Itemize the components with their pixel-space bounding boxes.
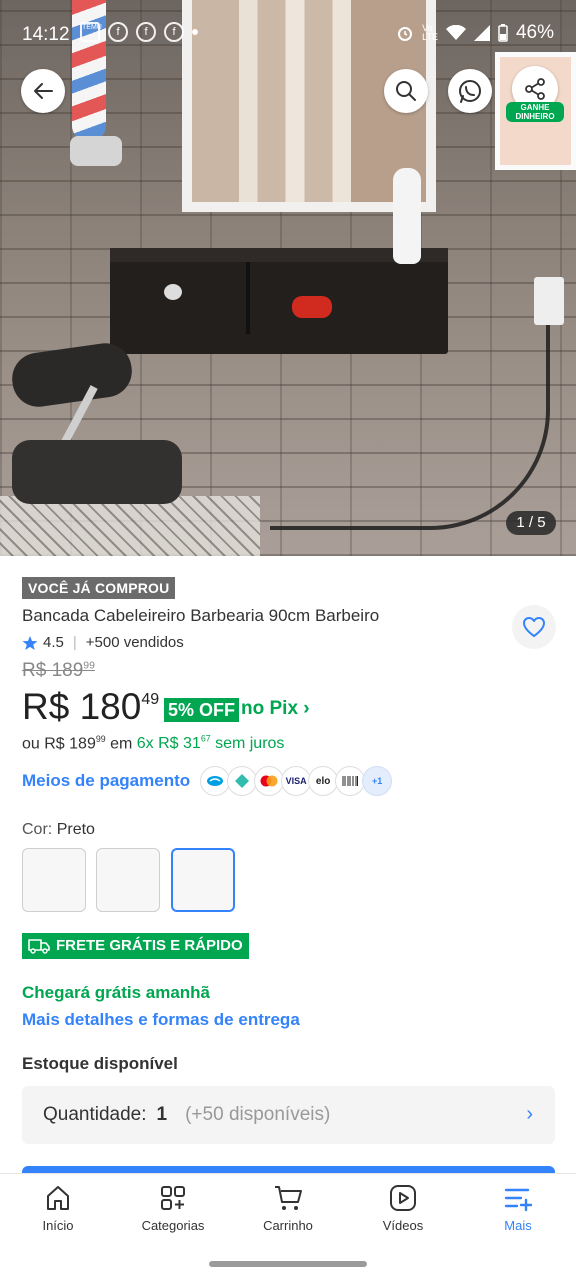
elo-icon: elo [308,766,339,796]
color-swatch[interactable] [22,848,86,912]
rating-value: 4.5 [43,634,64,651]
installments: ou R$ 18999 em 6x R$ 3167 sem juros [22,734,284,753]
arrow-left-icon [34,83,53,99]
barber-chair [8,339,182,530]
system-icons: Vo LTE 46% [396,22,554,44]
price-cents: 49 [141,690,160,708]
earn-money-badge[interactable]: GANHE DINHEIRO [506,102,564,122]
categories-icon [161,1186,185,1210]
chair-seat [12,440,182,504]
available-count: (+50 disponíveis) [185,1104,331,1125]
installment-value: 6x R$ 3167 sem juros [136,734,285,753]
payment-methods-link[interactable]: Meios de pagamento [22,771,190,791]
nav-item-categorias[interactable]: Categorias [123,1184,223,1233]
chevron-right-icon: › [526,1103,533,1125]
color-swatch[interactable] [96,848,160,912]
nav-label: Carrinho [263,1218,313,1233]
whatsapp-icon [459,80,481,103]
drawer-knob [164,284,182,300]
nav-label: Vídeos [382,1218,424,1233]
facebook-icon: f [136,22,156,42]
dot-icon [192,29,198,35]
heart-icon [523,617,545,637]
price-main: R$ 180 [22,686,142,727]
payment-methods[interactable]: Meios de pagamento VISA elo +1 [22,766,393,796]
nav-label: Início [42,1218,74,1233]
current-price: R$ 18049 [22,686,159,728]
free-shipping-text: FRETE GRÁTIS E RÁPIDO [56,937,243,954]
separator: | [72,634,77,651]
installment-prefix: ou R$ 189 [22,735,96,753]
nav-item-videos[interactable]: Vídeos [353,1184,453,1233]
signal-icon [473,25,490,41]
more-payment-icon[interactable]: +1 [362,766,393,796]
installment-em: em [110,735,133,753]
nav-item-carrinho[interactable]: Carrinho [238,1184,338,1233]
spray-bottle [393,168,421,264]
stock-heading: Estoque disponível [22,1054,178,1073]
color-swatch-selected[interactable] [171,848,235,912]
wall-outlet [534,277,564,325]
boleto-icon [335,766,366,796]
free-shipping-badge: FRETE GRÁTIS E RÁPIDO [22,933,249,959]
status-time: 14:12 [22,24,70,45]
share-icon [525,78,545,100]
rating-row[interactable]: 4.5 | +500 vendidos [22,634,184,651]
alarm-icon [398,27,413,41]
menu-more-icon [504,1188,533,1212]
cart-icon [275,1186,302,1210]
temu-icon: TEMU [80,22,102,42]
search-button[interactable] [384,69,428,113]
hair-dryer [292,296,332,318]
image-counter: 1 / 5 [506,511,556,535]
sold-count: +500 vendidos [85,634,184,651]
old-price: R$ 18999 [22,660,95,682]
color-value: Preto [56,821,95,838]
already-bought-badge: VOCÊ JÁ COMPROU [22,577,176,599]
arrival-info: Chegará grátis amanhã [22,983,211,1002]
whatsapp-share-button[interactable] [448,69,492,113]
nav-label: Mais [504,1218,532,1233]
facebook-icon: f [164,22,184,42]
shipping-details-link[interactable]: Mais detalhes e formas de entrega [22,1010,300,1030]
battery-percent: 46% [515,22,554,43]
installment-prefix-cents: 99 [95,734,106,744]
nav-item-mais[interactable]: Mais [468,1184,568,1233]
mastercard-icon [254,766,285,796]
star-icon [22,635,38,650]
search-icon [396,81,416,101]
quantity-value: 1 [156,1104,168,1125]
facebook-icon: f [108,22,128,42]
wifi-icon [445,25,466,40]
drawer-divider [246,262,250,334]
video-icon [390,1185,416,1211]
home-icon [47,1186,69,1210]
quantity-selector[interactable]: Quantidade: 1 (+50 disponíveis) › [22,1086,555,1144]
back-button[interactable] [21,69,65,113]
battery-icon [498,24,508,42]
notification-icons: TEMU f f f [80,22,198,42]
nav-label: Categorias [141,1218,205,1233]
quantity-label: Quantidade: [43,1104,147,1125]
pix-icon [227,766,258,796]
desk [110,248,448,354]
favorite-button[interactable] [512,605,556,649]
mercado-pago-icon [200,766,231,796]
discount-badge: 5% OFF [164,698,240,722]
product-title: Bancada Cabeleireiro Barbearia 90cm Barb… [22,606,380,625]
status-bar: 14:12 TEMU f f f Vo LTE 46% [0,0,576,66]
chair-back [8,339,136,411]
pix-link[interactable]: no Pix › [241,698,310,720]
truck-icon [28,939,50,954]
visa-icon: VISA [281,766,312,796]
barber-pole-base [70,136,122,166]
old-price-main: R$ 189 [22,660,84,681]
old-price-cents: 99 [83,660,95,672]
color-label: Cor: Preto [22,821,95,838]
home-indicator[interactable] [209,1261,367,1267]
nav-item-inicio[interactable]: Início [8,1184,108,1233]
volte-icon: Vo LTE [422,23,438,42]
